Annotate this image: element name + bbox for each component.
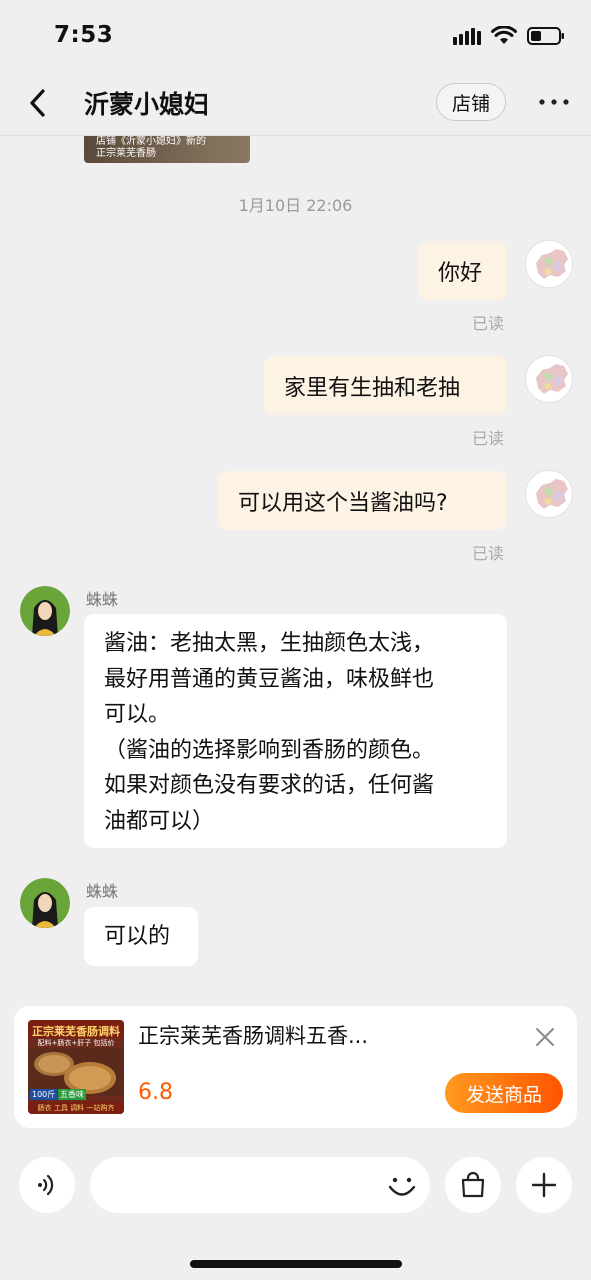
shopping-bag-button[interactable] [445,1157,501,1213]
home-indicator[interactable] [190,1260,402,1268]
message-line: （酱油的选择影响到香肠的颜色。 [104,737,435,763]
previous-shared-card[interactable]: 店铺《沂蒙小媳妇》新的 正宗莱芜香肠 [84,136,250,163]
seller-avatar[interactable] [20,878,70,928]
avatar-girl-icon [20,586,70,636]
read-status: 已读 [472,544,505,563]
message-input[interactable] [90,1157,430,1213]
sender-name: 蛛蛛 [86,590,119,609]
self-avatar[interactable] [525,240,573,288]
message-line: 如果对颜色没有要求的话，任何酱 [104,773,435,798]
close-product-button[interactable] [534,1026,556,1048]
chat-timestamp: 1月10日 22:06 [238,196,353,215]
avatar-girl-icon [20,878,70,928]
previous-card-line2: 正宗莱芜香肠 [96,148,156,159]
status-bar: 7:53 [0,0,591,72]
message-line: 最好用普通的黄豆酱油，味极鲜也 [104,666,435,692]
product-price: 6.8 [138,1080,173,1105]
message-line: 可以。 [104,702,171,727]
message-line: 酱油：老抽太黑，生抽颜色太浅， [104,631,435,656]
message-line: 油都可以） [104,808,215,834]
china-map-icon [536,364,568,394]
more-icon [539,99,569,105]
store-button[interactable]: 店铺 [436,83,506,121]
self-avatar[interactable] [525,355,573,403]
voice-icon [38,1174,54,1196]
self-avatar[interactable] [525,470,573,518]
thumb-footer: 肠衣 工具 调料 一站购齐 [28,1102,124,1114]
seller-avatar[interactable] [20,586,70,636]
thumb-subtitle: 配料+肠衣+肝子 包括价 [37,1039,115,1047]
smile-icon [388,1177,416,1196]
message-line: 可以的 [104,924,171,949]
product-title[interactable]: 正宗莱芜香肠调料五香... [138,1020,368,1050]
emoji-button[interactable] [384,1168,420,1204]
plus-icon [531,1172,557,1198]
previous-card-line1: 店铺《沂蒙小媳妇》新的 [96,136,206,147]
china-map-icon [536,249,568,279]
back-button[interactable] [22,86,56,120]
page-title: 沂蒙小媳妇 [84,90,210,119]
voice-button[interactable] [19,1157,75,1213]
nav-bar: 沂蒙小媳妇 店铺 [0,72,591,136]
message-bubble-seller[interactable]: 酱油：老抽太黑，生抽颜色太浅， 最好用普通的黄豆酱油，味极鲜也 可以。 （酱油的… [84,614,507,848]
close-icon [536,1028,554,1046]
read-status: 已读 [472,314,505,333]
message-bubble-self[interactable]: 你好 [418,241,507,300]
thumb-badge-flavor: 五香味 [58,1089,86,1100]
message-bubble-self[interactable]: 可以用这个当酱油吗? [218,471,507,530]
signal-icon [453,28,481,45]
shopping-bag-icon [461,1171,485,1198]
thumb-badge: 100斤 [30,1089,58,1100]
wifi-icon [491,26,517,44]
message-bubble-self[interactable]: 家里有生抽和老抽 [264,356,507,415]
battery-icon [527,27,564,45]
status-icons [453,26,565,46]
thumb-title: 正宗莱芜香肠调料 [28,1020,124,1038]
status-time: 7:53 [54,22,114,48]
input-bar [0,1140,591,1280]
chevron-left-icon [30,89,45,117]
product-card[interactable]: 正宗莱芜香肠调料 配料+肠衣+肝子 包括价 100斤 五香味 肠衣 工具 调料 … [14,1006,577,1128]
product-thumbnail[interactable]: 正宗莱芜香肠调料 配料+肠衣+肝子 包括价 100斤 五香味 肠衣 工具 调料 … [28,1020,124,1114]
message-bubble-seller[interactable]: 可以的 [84,907,198,966]
read-status: 已读 [472,429,505,448]
china-map-icon [536,479,568,509]
more-button[interactable] [538,90,570,114]
more-actions-button[interactable] [516,1157,572,1213]
send-product-button[interactable]: 发送商品 [445,1073,563,1113]
sender-name: 蛛蛛 [86,882,119,901]
